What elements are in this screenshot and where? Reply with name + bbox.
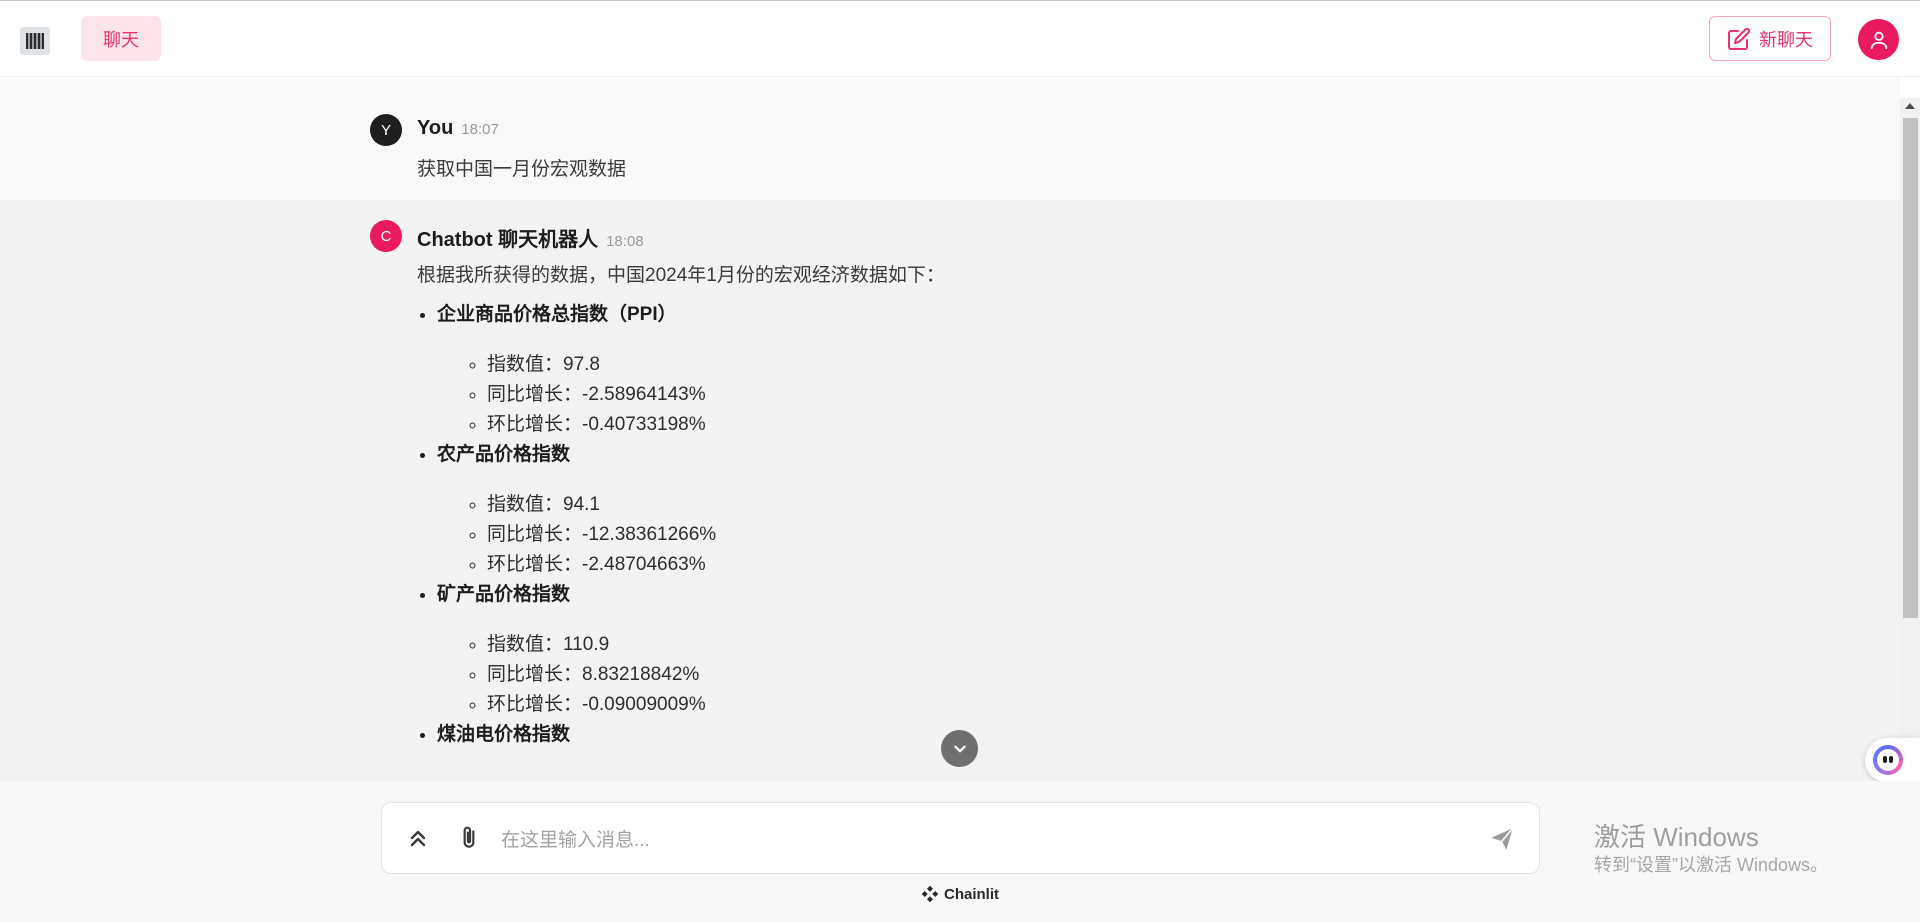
message-time: 18:07	[461, 121, 499, 138]
list-item: 指数值：97.8	[487, 350, 1337, 380]
avatar: Y	[370, 114, 402, 146]
tab-chat[interactable]: 聊天	[81, 16, 161, 61]
message-time: 18:08	[606, 233, 644, 250]
message-author: You 18:07	[417, 117, 499, 140]
list-item: 企业商品价格总指数（PPI） 指数值：97.8 同比增长：-2.58964143…	[437, 300, 1337, 440]
attach-icon[interactable]	[456, 824, 482, 852]
message-text: 获取中国一月份宏观数据	[417, 159, 627, 180]
windows-activation-title: 激活 Windows	[1594, 822, 1759, 852]
list-item: 环比增长：-0.09009009%	[487, 690, 1337, 720]
list-item: 环比增长：-2.48704663%	[487, 550, 1337, 580]
user-message: Y You 18:07 获取中国一月份宏观数据	[0, 78, 1900, 200]
chainlit-logo-icon	[921, 885, 939, 903]
chevron-down-icon	[953, 745, 966, 752]
send-icon[interactable]	[1489, 826, 1515, 852]
section-title: 煤油电价格指数	[437, 724, 571, 745]
message-intro: 根据我所获得的数据，中国2024年1月份的宏观经济数据如下：	[417, 265, 945, 286]
app-logo-icon[interactable]	[20, 27, 50, 55]
scroll-up-arrow-icon[interactable]	[1905, 103, 1915, 109]
sub-list: 指数值：94.1 同比增长：-12.38361266% 环比增长：-2.4870…	[487, 490, 1337, 580]
bot-face-icon	[1873, 745, 1903, 775]
user-menu-button[interactable]	[1858, 19, 1899, 60]
sub-list: 指数值：110.9 同比增长：8.83218842% 环比增长：-0.09009…	[487, 630, 1337, 720]
list-item: 同比增长：8.83218842%	[487, 660, 1337, 690]
list-item: 同比增长：-2.58964143%	[487, 380, 1337, 410]
list-item: 煤油电价格指数	[437, 720, 1337, 750]
chevrons-up-icon[interactable]	[406, 826, 430, 850]
new-chat-button[interactable]: 新聊天	[1709, 16, 1831, 61]
list-item: 指数值：110.9	[487, 630, 1337, 660]
new-chat-label: 新聊天	[1759, 29, 1813, 50]
indicator-list: 企业商品价格总指数（PPI） 指数值：97.8 同比增长：-2.58964143…	[437, 300, 1337, 750]
avatar: C	[370, 220, 402, 252]
list-item: 环比增长：-0.40733198%	[487, 410, 1337, 440]
list-item: 同比增长：-12.38361266%	[487, 520, 1337, 550]
message-list: Y You 18:07 获取中国一月份宏观数据 C Chatbot 聊天机器人 18…	[0, 78, 1900, 781]
scroll-to-bottom-button[interactable]	[941, 730, 978, 767]
section-title: 农产品价格指数	[437, 444, 571, 465]
sub-list: 指数值：97.8 同比增长：-2.58964143% 环比增长：-0.40733…	[487, 350, 1337, 440]
scrollbar-thumb[interactable]	[1903, 118, 1918, 618]
message-author: Chatbot 聊天机器人 18:08	[417, 223, 644, 252]
app-header: 聊天 新聊天	[0, 1, 1920, 77]
list-item: 农产品价格指数 指数值：94.1 同比增长：-12.38361266% 环比增长…	[437, 440, 1337, 580]
windows-activation-subtitle: 转到“设置”以激活 Windows。	[1594, 855, 1829, 875]
section-title: 矿产品价格指数	[437, 584, 571, 605]
chainlit-brand: Chainlit	[944, 885, 999, 903]
section-title: 企业商品价格总指数（PPI）	[437, 304, 677, 325]
author-name: You	[417, 117, 454, 139]
user-icon	[1870, 31, 1887, 49]
message-input[interactable]: 在这里输入消息...	[501, 825, 650, 852]
list-item: 指数值：94.1	[487, 490, 1337, 520]
message-composer: 在这里输入消息...	[381, 802, 1540, 874]
bot-message: C Chatbot 聊天机器人 18:08 根据我所获得的数据，中国2024年1月…	[0, 200, 1900, 781]
assistant-widget-button[interactable]	[1865, 738, 1920, 782]
powered-by-chainlit[interactable]: Chainlit	[921, 884, 999, 904]
edit-icon	[1728, 27, 1751, 50]
author-name: Chatbot 聊天机器人	[417, 229, 599, 251]
list-item: 矿产品价格指数 指数值：110.9 同比增长：8.83218842% 环比增长：…	[437, 580, 1337, 720]
